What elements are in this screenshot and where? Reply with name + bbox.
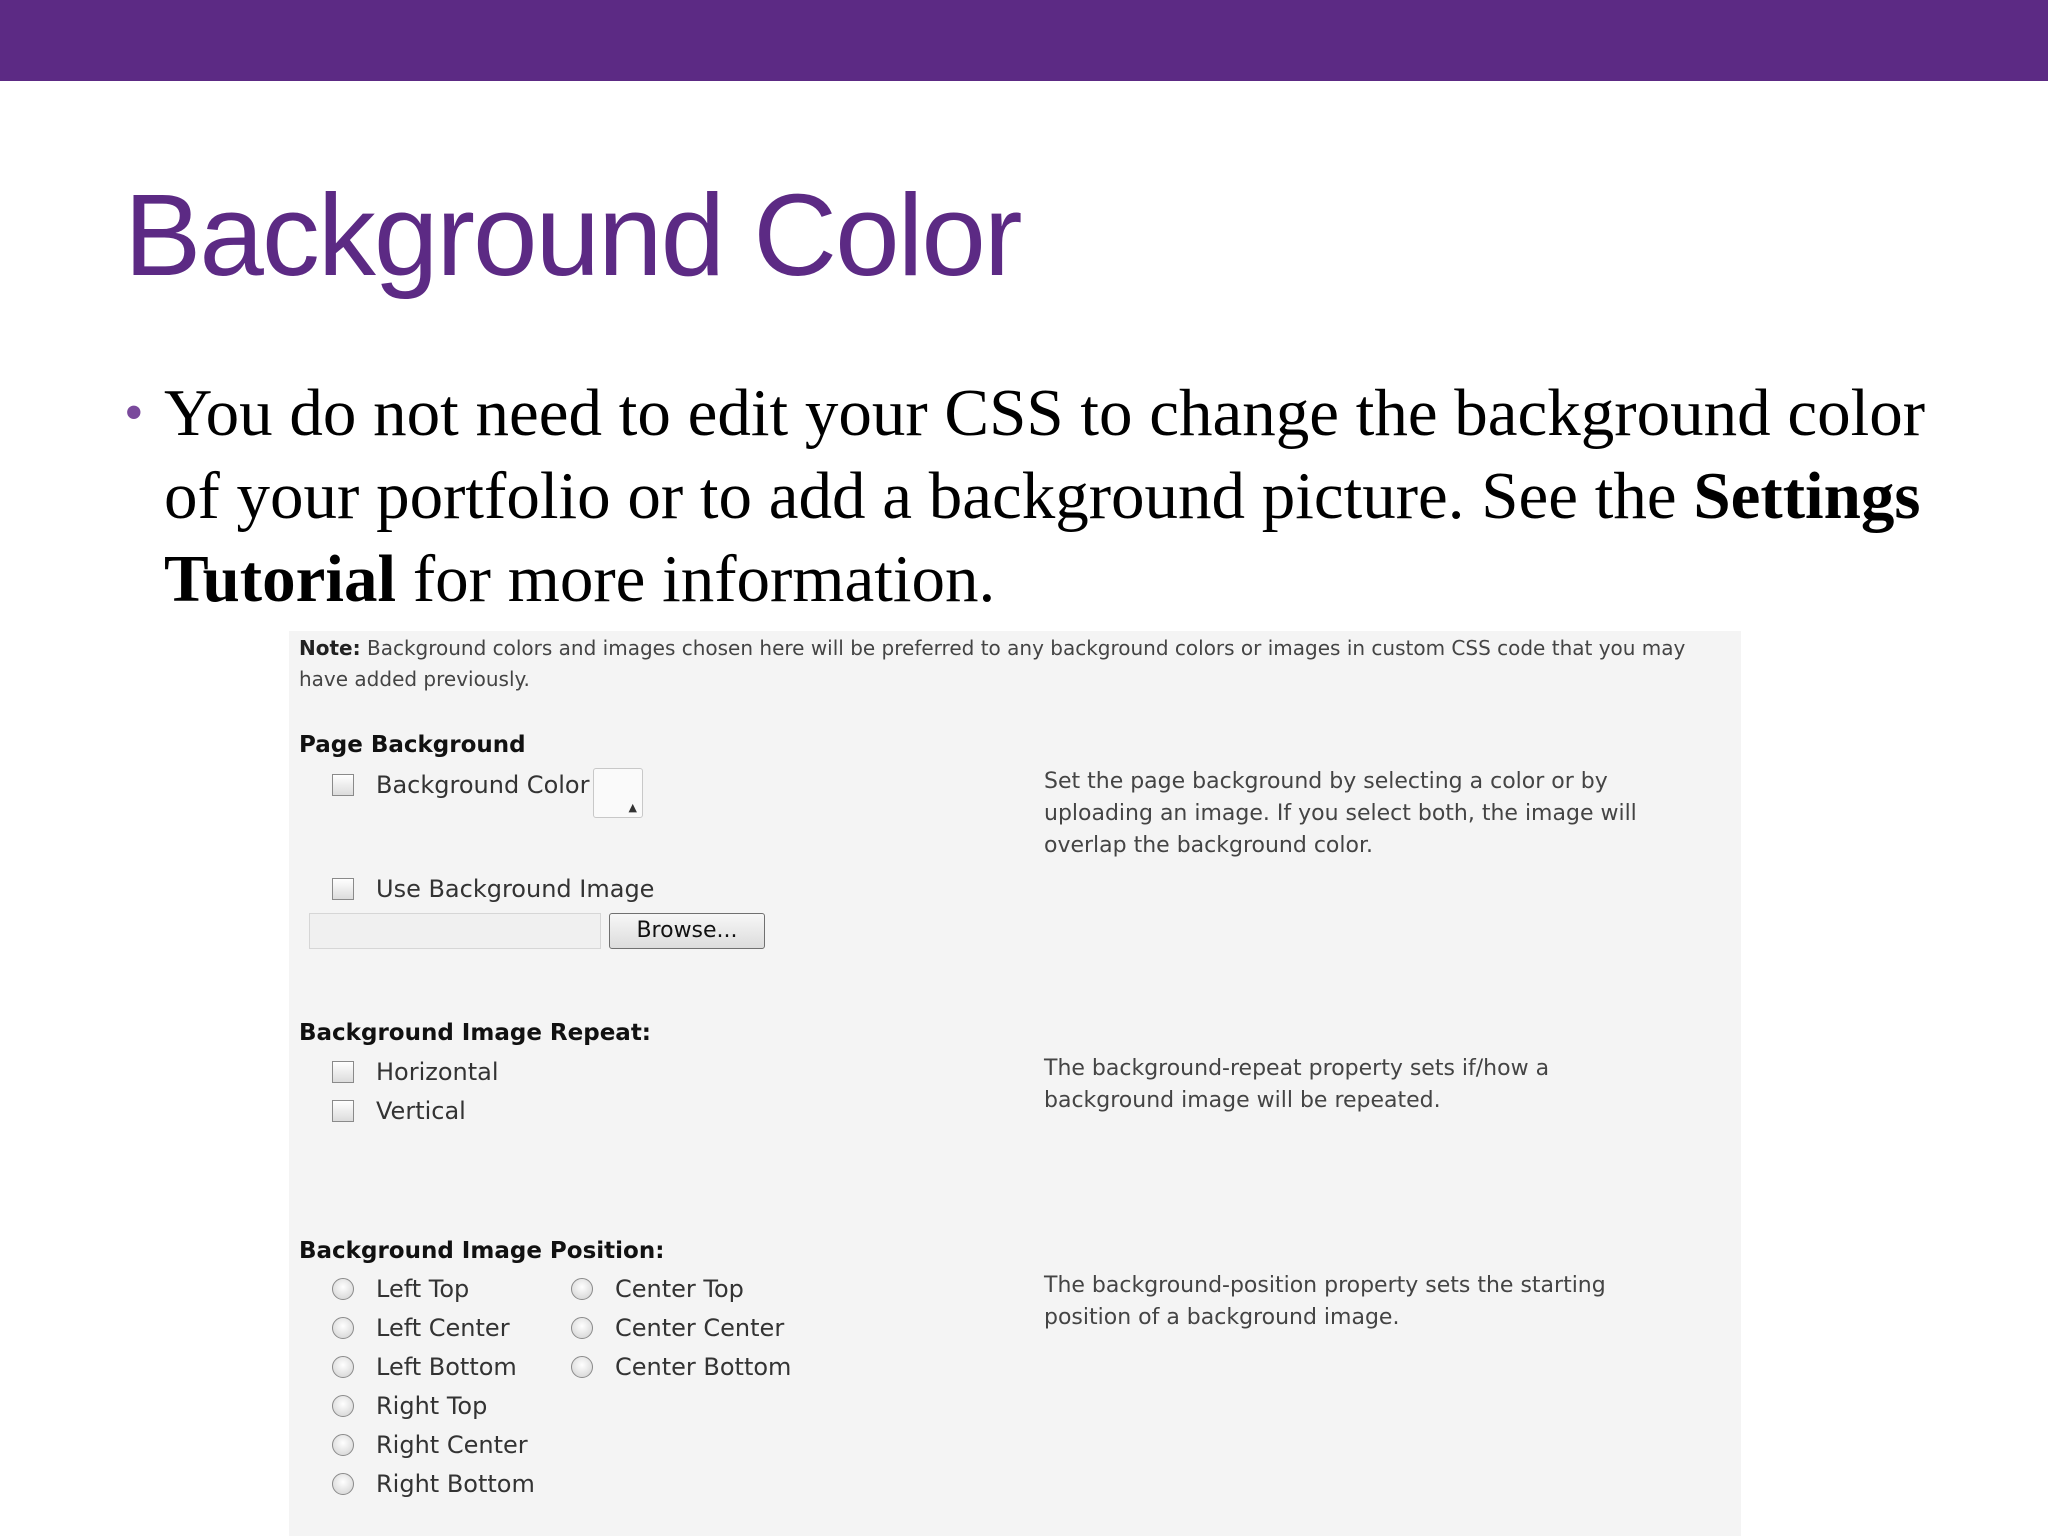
browse-button[interactable]: Browse... <box>609 913 765 949</box>
bullet-text: You do not need to edit your CSS to chan… <box>164 372 1964 621</box>
bullet-icon: • <box>124 382 144 444</box>
slide-title: Background Color <box>124 170 1023 300</box>
background-color-checkbox[interactable] <box>332 774 354 796</box>
note-body: Background colors and images chosen here… <box>299 636 1686 691</box>
position-option-row[interactable]: Left Center <box>332 1311 510 1345</box>
background-repeat-description: The background-repeat property sets if/h… <box>1044 1056 1550 1113</box>
left-center-radio[interactable] <box>332 1317 354 1339</box>
position-label: Left Center <box>376 1314 510 1342</box>
vertical-label: Vertical <box>376 1097 466 1125</box>
position-option-row[interactable]: Right Top <box>332 1389 487 1423</box>
use-background-image-checkbox[interactable] <box>332 878 354 900</box>
background-color-row: Background Color <box>332 768 589 802</box>
center-bottom-radio[interactable] <box>571 1356 593 1378</box>
file-path-input[interactable] <box>309 913 601 949</box>
left-bottom-radio[interactable] <box>332 1356 354 1378</box>
position-option-row[interactable]: Left Bottom <box>332 1350 517 1384</box>
position-label: Right Bottom <box>376 1470 535 1498</box>
position-option-row[interactable]: Right Bottom <box>332 1467 535 1501</box>
position-option-row[interactable]: Center Center <box>571 1311 784 1345</box>
vertical-checkbox[interactable] <box>332 1100 354 1122</box>
position-option-row[interactable]: Center Bottom <box>571 1350 791 1384</box>
horizontal-label: Horizontal <box>376 1058 499 1086</box>
page-background-description: Set the page background by selecting a c… <box>1044 769 1637 858</box>
color-swatch-picker[interactable]: ▲ <box>593 768 643 818</box>
center-top-radio[interactable] <box>571 1278 593 1300</box>
note-text: Note: Background colors and images chose… <box>299 633 1729 695</box>
background-color-label: Background Color <box>376 771 590 799</box>
bullet-text-after: for more information. <box>396 542 996 616</box>
right-top-radio[interactable] <box>332 1395 354 1417</box>
background-repeat-heading: Background Image Repeat: <box>299 1020 652 1046</box>
use-background-image-label: Use Background Image <box>376 875 655 903</box>
position-label: Left Top <box>376 1275 470 1303</box>
position-label: Center Center <box>615 1314 785 1342</box>
position-option-row[interactable]: Right Center <box>332 1428 528 1462</box>
position-label: Center Top <box>615 1275 744 1303</box>
position-label: Right Center <box>376 1431 528 1459</box>
page-background-heading: Page Background <box>299 732 526 758</box>
position-option-row[interactable]: Left Top <box>332 1272 469 1306</box>
vertical-row: Vertical <box>332 1094 466 1128</box>
settings-screenshot: Note: Background colors and images chose… <box>289 631 1741 1536</box>
horizontal-checkbox[interactable] <box>332 1061 354 1083</box>
background-position-description: The background-position property sets th… <box>1044 1273 1606 1330</box>
horizontal-row: Horizontal <box>332 1055 499 1089</box>
center-center-radio[interactable] <box>571 1317 593 1339</box>
position-label: Left Bottom <box>376 1353 517 1381</box>
right-center-radio[interactable] <box>332 1434 354 1456</box>
position-option-row[interactable]: Center Top <box>571 1272 744 1306</box>
color-picker-arrow-icon: ▲ <box>628 801 637 814</box>
right-bottom-radio[interactable] <box>332 1473 354 1495</box>
note-label: Note: <box>299 636 361 660</box>
position-label: Right Top <box>376 1392 488 1420</box>
top-accent-bar <box>0 0 2048 81</box>
position-label: Center Bottom <box>615 1353 792 1381</box>
bullet-text-before: You do not need to edit your CSS to chan… <box>164 376 1926 533</box>
use-background-image-row: Use Background Image <box>332 872 654 906</box>
left-top-radio[interactable] <box>332 1278 354 1300</box>
background-position-heading: Background Image Position: <box>299 1238 665 1264</box>
